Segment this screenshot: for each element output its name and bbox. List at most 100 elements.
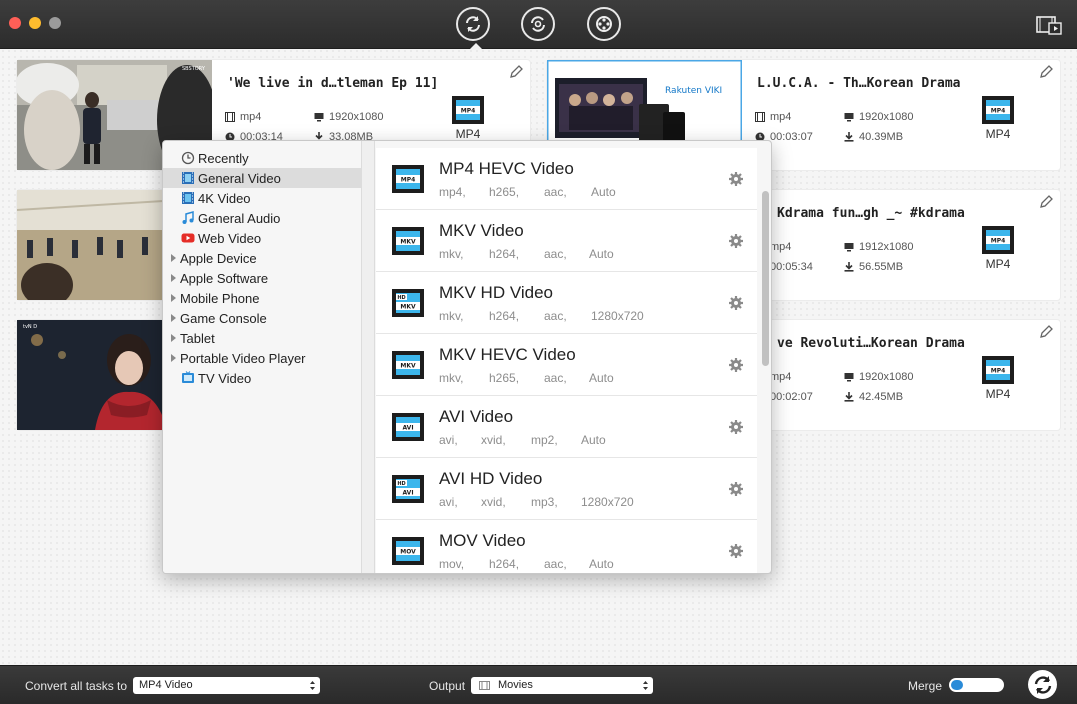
- category-label: Recently: [198, 150, 249, 166]
- format-name: AVI HD Video: [439, 469, 543, 488]
- zoom-window-button[interactable]: [49, 17, 61, 29]
- format-spec: aac,: [544, 185, 567, 199]
- svg-text:SBSTORY: SBSTORY: [182, 66, 206, 72]
- format-row-avi[interactable]: AVI AVI Video avi, xvid, mp2, Auto: [376, 396, 757, 458]
- category-apple-software[interactable]: Apple Software: [163, 268, 361, 288]
- format-badge-text: AVI: [402, 425, 413, 432]
- format-name: MKV HEVC Video: [439, 345, 576, 364]
- convert-all-value: MP4 Video: [139, 679, 193, 691]
- minimize-window-button[interactable]: [29, 17, 41, 29]
- convert-all-select[interactable]: MP4 Video: [133, 677, 320, 694]
- gear-icon[interactable]: [728, 419, 744, 435]
- disclosure-triangle-icon[interactable]: [171, 354, 176, 362]
- mkv-hd-format-icon: HD MKV: [392, 289, 424, 317]
- format-row-mkv-hd[interactable]: HD MKV MKV HD Video mkv, h264, aac, 1280…: [376, 272, 757, 334]
- format-badge-text: MOV: [400, 549, 416, 556]
- clock-icon: [181, 151, 195, 165]
- gear-icon[interactable]: [728, 543, 744, 559]
- format-spec: h264,: [489, 309, 520, 323]
- output-format-badge-icon[interactable]: MP4: [451, 93, 485, 127]
- category-web-video[interactable]: Web Video: [163, 228, 361, 248]
- format-spec: xvid,: [481, 495, 506, 509]
- gear-icon[interactable]: [728, 357, 744, 373]
- pane-divider[interactable]: [361, 141, 375, 573]
- format-row-mp4-hevc[interactable]: MP4 MP4 HEVC Video mp4, h265, aac, Auto: [376, 148, 757, 210]
- category-tablet[interactable]: Tablet: [163, 328, 361, 348]
- category-general-video[interactable]: General Video: [163, 168, 361, 188]
- mkv-format-icon: MKV: [392, 351, 424, 379]
- category-label: Apple Software: [180, 270, 269, 286]
- category-portable-video-player[interactable]: Portable Video Player: [163, 348, 361, 368]
- format-row-mkv[interactable]: MKV MKV Video mkv, h264, aac, Auto: [376, 210, 757, 272]
- format-spec: aac,: [544, 309, 567, 323]
- format-spec: mkv,: [439, 247, 464, 261]
- output-format-label: MP4: [455, 127, 481, 141]
- category-apple-device[interactable]: Apple Device: [163, 248, 361, 268]
- merge-label: Merge: [908, 679, 943, 693]
- resolution-value: 1920x1080: [859, 111, 914, 123]
- category-tv-video[interactable]: TV Video: [163, 368, 361, 388]
- format-row-avi-hd[interactable]: HD AVI AVI HD Video avi, xvid, mp3, 1280…: [376, 458, 757, 520]
- media-browser-icon[interactable]: [1035, 14, 1063, 36]
- format-spec: mov,: [439, 557, 465, 571]
- format-value: mp4: [770, 371, 792, 383]
- download-tool-icon[interactable]: [521, 7, 555, 41]
- edit-pencil-icon[interactable]: [1038, 324, 1054, 340]
- video-title: L.U.C.A. - Th…Korean Drama: [757, 76, 961, 91]
- svg-text:HD: HD: [397, 295, 405, 301]
- svg-text:HD: HD: [397, 481, 405, 487]
- disclosure-triangle-icon[interactable]: [171, 314, 176, 322]
- output-label: Output: [429, 679, 466, 693]
- category-label: Portable Video Player: [180, 350, 306, 366]
- toolbox-tool-icon[interactable]: [587, 7, 621, 41]
- merge-toggle[interactable]: [949, 678, 1004, 692]
- duration-value: 00:03:07: [770, 131, 813, 143]
- disclosure-triangle-icon[interactable]: [171, 334, 176, 342]
- file-size: 42.45MB: [844, 391, 903, 403]
- mkv-format-icon: MKV: [392, 227, 424, 255]
- gear-icon[interactable]: [728, 295, 744, 311]
- disclosure-triangle-icon[interactable]: [171, 254, 176, 262]
- edit-pencil-icon[interactable]: [1038, 194, 1054, 210]
- format-spec: Auto: [581, 433, 606, 447]
- format-row-mkv-hevc[interactable]: MKV MKV HEVC Video mkv, h265, aac, Auto: [376, 334, 757, 396]
- edit-pencil-icon[interactable]: [508, 64, 524, 80]
- format-list-scrollbar[interactable]: [762, 191, 769, 366]
- format-row-mov[interactable]: MOV MOV Video mov, h264, aac, Auto: [376, 520, 757, 573]
- category-label: General Audio: [198, 210, 281, 226]
- format-badge-text: AVI: [402, 490, 413, 497]
- gear-icon[interactable]: [728, 481, 744, 497]
- badge-text: MP4: [991, 108, 1006, 115]
- edit-pencil-icon[interactable]: [1038, 64, 1054, 80]
- category-mobile-phone[interactable]: Mobile Phone: [163, 288, 361, 308]
- disclosure-triangle-icon[interactable]: [171, 294, 176, 302]
- resolution: 1920x1080: [844, 111, 913, 123]
- category-game-console[interactable]: Game Console: [163, 308, 361, 328]
- category-recently[interactable]: Recently: [163, 148, 361, 168]
- output-folder-value: Movies: [498, 679, 533, 691]
- resolution: 1920x1080: [314, 111, 383, 123]
- output-folder-select[interactable]: Movies: [471, 677, 653, 694]
- convert-all-label: Convert all tasks to: [25, 679, 128, 693]
- category-label: Tablet: [180, 330, 215, 346]
- film-icon: [182, 172, 194, 184]
- output-format-badge-icon[interactable]: MP4: [981, 353, 1015, 387]
- gear-icon[interactable]: [728, 233, 744, 249]
- format-value: mp4: [770, 241, 792, 253]
- film-4k-icon: [182, 192, 194, 204]
- close-window-button[interactable]: [9, 17, 21, 29]
- output-format-badge-icon[interactable]: MP4: [981, 93, 1015, 127]
- gear-icon[interactable]: [728, 171, 744, 187]
- music-note-icon: [182, 211, 194, 224]
- output-format-badge-icon[interactable]: MP4: [981, 223, 1015, 257]
- category-label: 4K Video: [198, 190, 251, 206]
- mov-format-icon: MOV: [392, 537, 424, 565]
- convert-tool-icon[interactable]: [456, 7, 490, 49]
- convert-all-button[interactable]: [1028, 670, 1057, 699]
- format-spec: aac,: [544, 557, 567, 571]
- disclosure-triangle-icon[interactable]: [171, 274, 176, 282]
- category-4k-video[interactable]: 4K Video: [163, 188, 361, 208]
- monitor-icon: [314, 113, 324, 122]
- category-general-audio[interactable]: General Audio: [163, 208, 361, 228]
- video-title: Kdrama fun…gh _~ #kdrama: [777, 206, 965, 221]
